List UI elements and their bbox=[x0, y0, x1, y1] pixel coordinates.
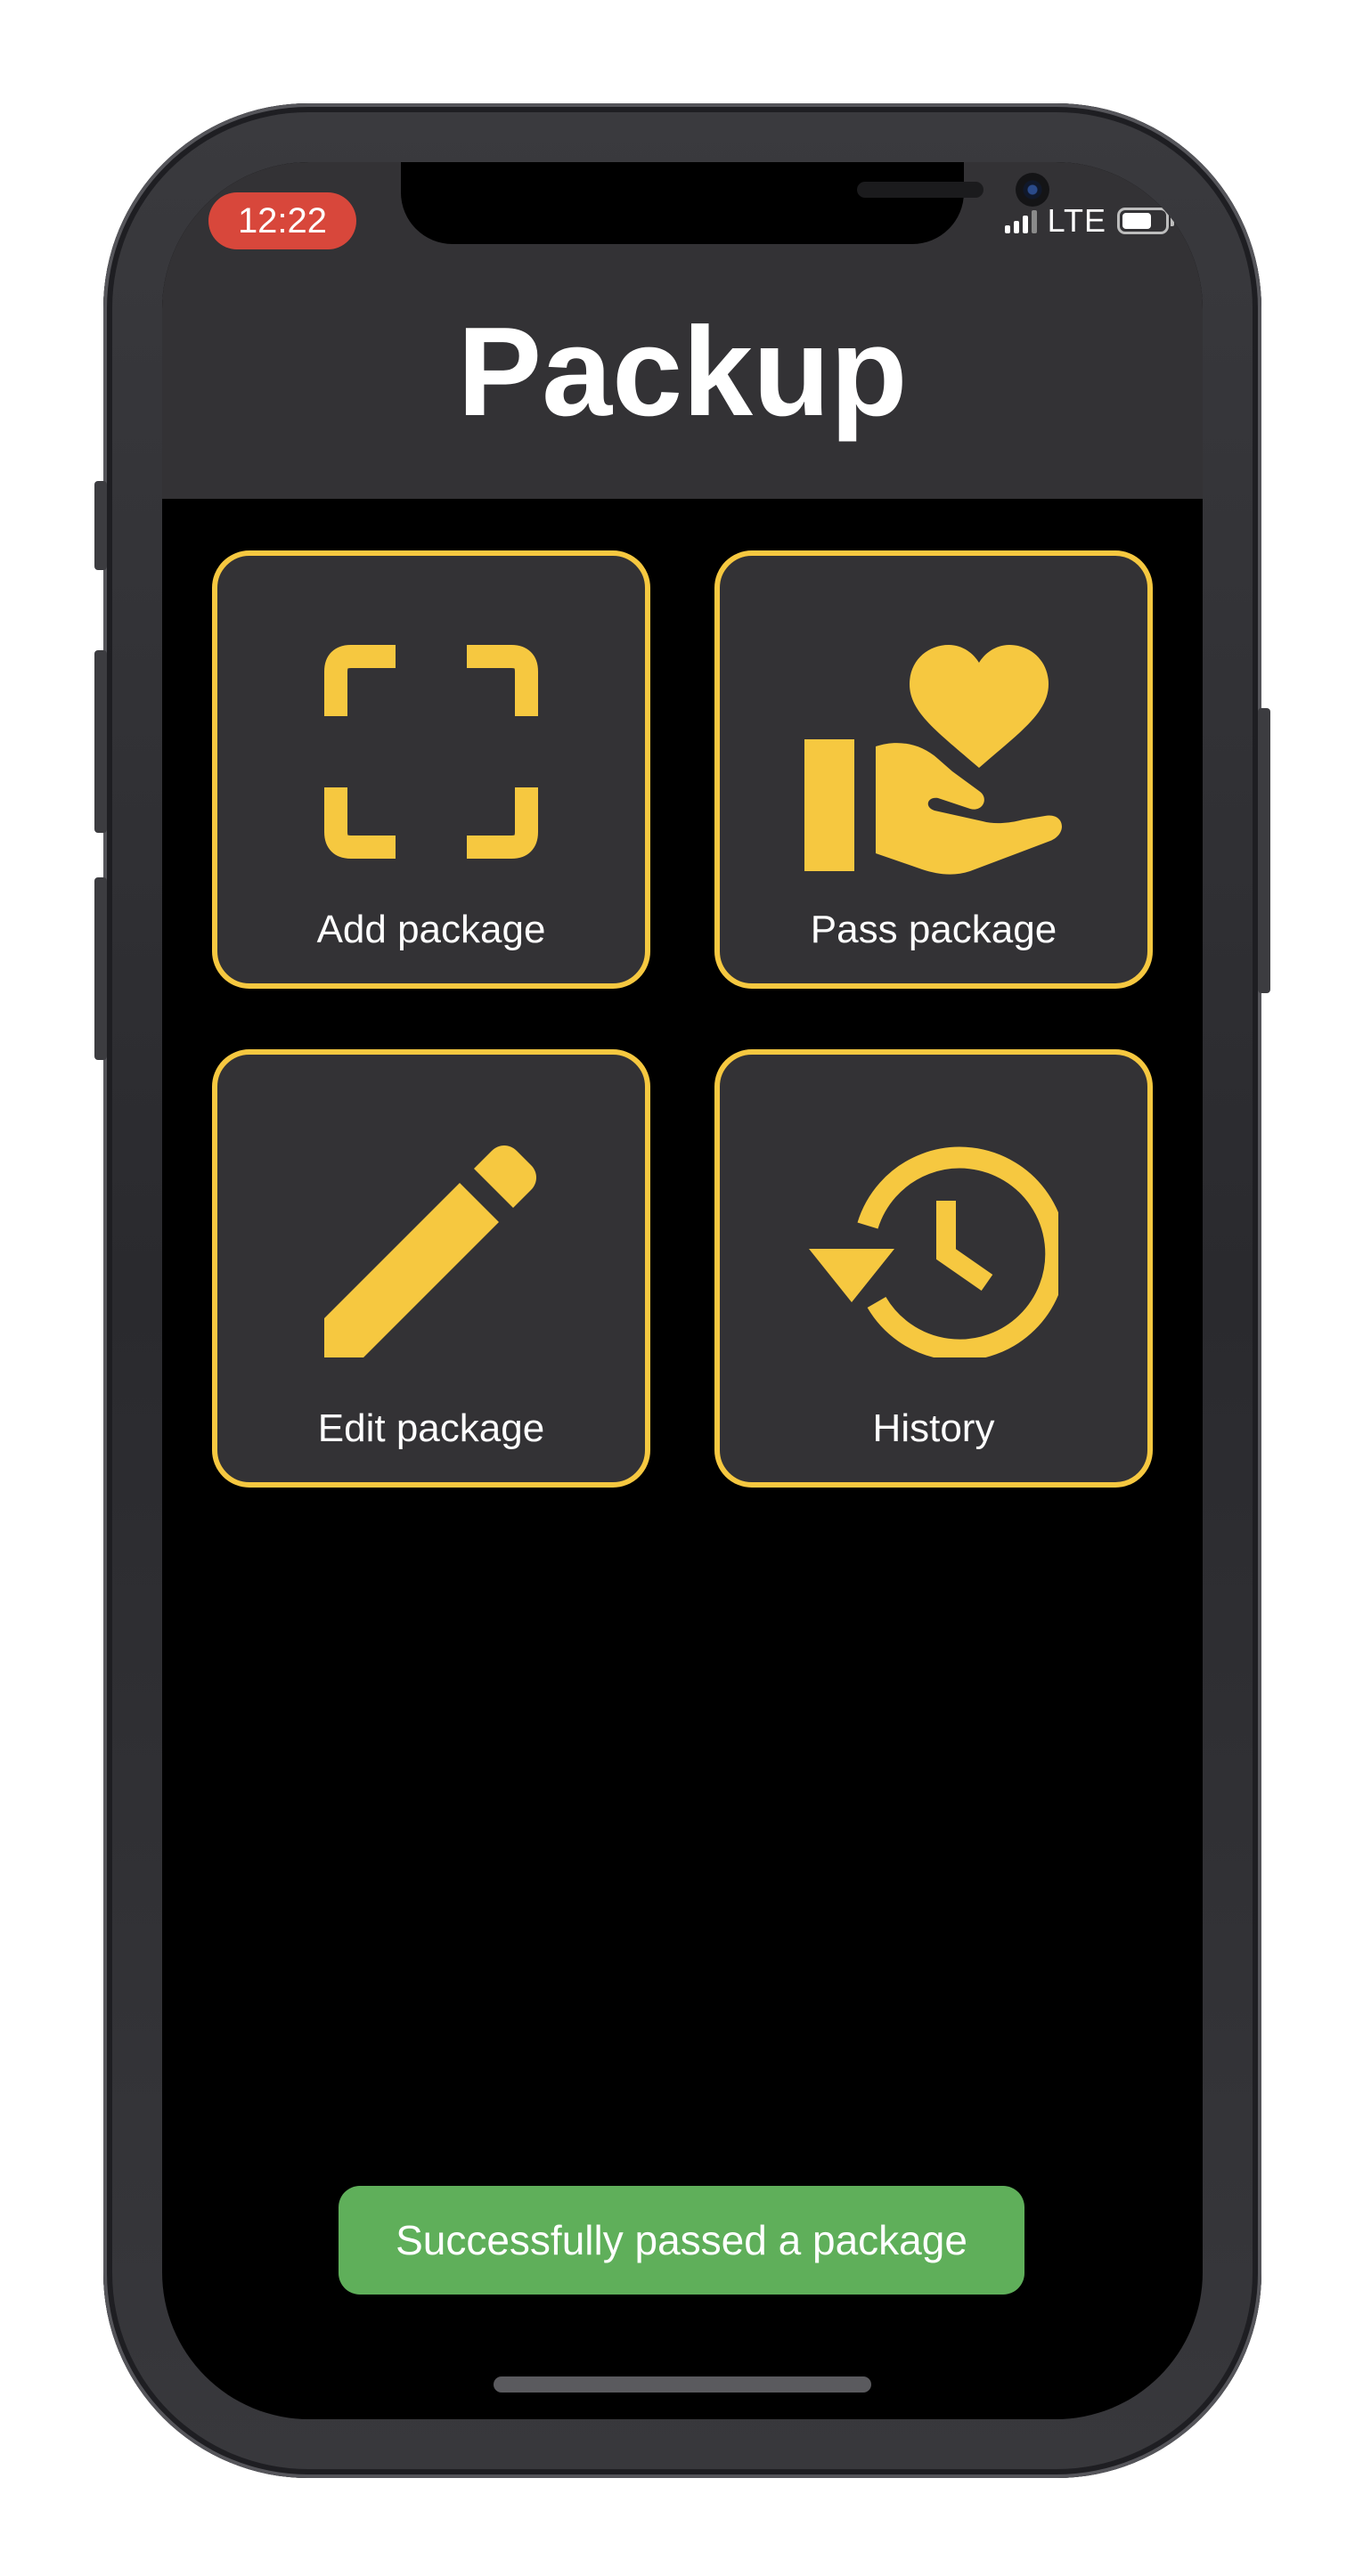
success-toast: Successfully passed a package bbox=[339, 2186, 1024, 2295]
battery-icon bbox=[1117, 208, 1174, 234]
earpiece-speaker bbox=[857, 182, 983, 198]
hand-heart-icon bbox=[804, 645, 1062, 875]
pass-package-tile[interactable]: Pass package bbox=[714, 550, 1153, 989]
pencil-icon bbox=[324, 1145, 536, 1357]
battery-level bbox=[1122, 213, 1151, 229]
status-time[interactable]: 12:22 bbox=[208, 192, 356, 249]
status-indicators: LTE bbox=[1004, 201, 1174, 240]
history-clock-icon bbox=[809, 1146, 1058, 1357]
edit-package-tile[interactable]: Edit package bbox=[212, 1049, 650, 1488]
edit-package-label: Edit package bbox=[317, 1406, 545, 1450]
history-label: History bbox=[872, 1406, 995, 1450]
add-package-tile[interactable]: Add package bbox=[212, 550, 650, 989]
silent-switch bbox=[94, 481, 107, 570]
volume-down-button bbox=[94, 877, 107, 1060]
cellular-signal-icon bbox=[1004, 208, 1037, 233]
volume-up-button bbox=[94, 650, 107, 833]
power-button bbox=[1258, 708, 1270, 993]
add-package-label: Add package bbox=[316, 908, 546, 951]
scan-frame-icon bbox=[324, 645, 538, 859]
app-screen: Packup 12:22 LTE Add package Pass packag… bbox=[162, 162, 1203, 2419]
home-indicator[interactable] bbox=[494, 2376, 871, 2393]
notch bbox=[401, 162, 1049, 244]
pass-package-label: Pass package bbox=[810, 908, 1057, 951]
app-title: Packup bbox=[457, 301, 908, 443]
history-tile[interactable]: History bbox=[714, 1049, 1153, 1488]
network-type: LTE bbox=[1047, 202, 1106, 239]
